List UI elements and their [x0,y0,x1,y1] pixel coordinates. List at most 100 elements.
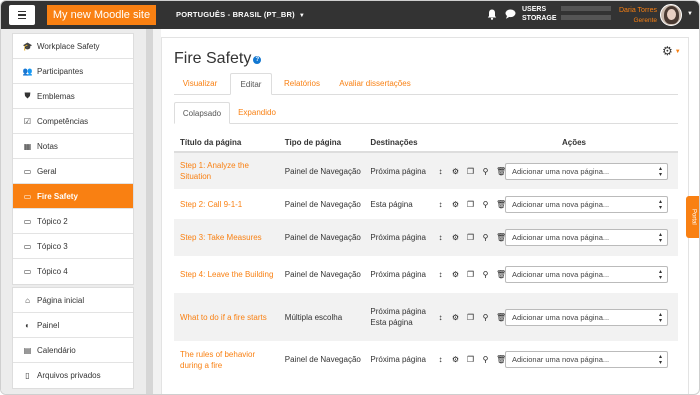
chat-icon[interactable] [505,9,516,19]
gear-icon[interactable]: ⚙ [451,269,460,280]
add-page-select[interactable]: Adicionar uma nova página... ▴ ▾ [505,195,668,213]
duplicate-icon[interactable]: ❐ [466,232,475,243]
page-title-link[interactable]: Step 3: Take Measures [174,219,279,256]
gear-icon[interactable]: ⚙ [451,199,460,210]
caret-down-icon[interactable]: ▼ [687,11,693,17]
gear-icon[interactable]: ⚙ [451,232,460,243]
sub-tabs: Colapsado Expandido [174,102,678,124]
tab-avaliar-dissertacoes[interactable]: Avaliar dissertações [332,73,418,95]
move-icon[interactable]: ↕ [436,354,445,365]
sidebar-item-fire-safety[interactable]: ▭ Fire Safety [13,184,133,209]
move-icon[interactable]: ↕ [436,312,445,323]
storage-usage-bar [561,15,611,20]
add-page-select[interactable]: Adicionar uma nova página... ▴ ▾ [505,229,668,246]
tab-expandido[interactable]: Expandido [232,102,282,124]
page-title-link[interactable]: The rules of behavior during a fire [174,341,279,378]
sidebar-item-calendário[interactable]: ▤ Calendário [13,338,133,363]
sidebar-item-tópico-2[interactable]: ▭ Tópico 2 [13,209,133,234]
language-menu[interactable]: PORTUGUÊS - BRASIL (PT_BR) ▼ [176,10,305,19]
trash-icon[interactable]: 🗑 [496,269,506,280]
duplicate-icon[interactable]: ❐ [466,312,475,323]
row-actions: ↕ ⚙ ❐ ⚲ 🗑 Adicionar uma nova página... ▴ ▾ [430,293,678,341]
tab-editar[interactable]: Editar [230,73,272,95]
sidebar-item-geral[interactable]: ▭ Geral [13,159,133,184]
duplicate-icon[interactable]: ❐ [466,199,475,210]
trash-icon[interactable]: 🗑 [496,312,506,323]
sidebar-item-emblemas[interactable]: ⛊ Emblemas [13,84,133,109]
sidebar-item-arquivos-privados[interactable]: ▯ Arquivos privados [13,363,133,388]
sidebar-item-label: Emblemas [37,91,75,101]
page-title-link[interactable]: Step 4: Leave the Building [174,256,279,293]
sidebar-item-painel[interactable]: ◐ Painel [13,313,133,338]
site-name-button[interactable]: My new Moodle site [47,5,156,25]
page-title-link[interactable]: Step 1: Analyze the Situation [174,152,279,189]
sidebar-item-participantes[interactable]: 👥 Participantes [13,59,133,84]
table-row: Step 4: Leave the Building Painel de Nave… [174,256,678,293]
avatar[interactable] [660,4,682,26]
tab-relatorios[interactable]: Relatórios [276,73,328,95]
page-type: Múltipla escolha [278,293,365,341]
page-type: Painel de Navegação [284,270,361,279]
help-icon[interactable]: ? [253,56,262,64]
preview-icon[interactable]: ⚲ [481,354,490,365]
preview-icon[interactable]: ⚲ [481,166,490,177]
gear-icon[interactable]: ⚙ [451,312,460,323]
move-icon[interactable]: ↕ [436,166,445,177]
page-type: Painel de Navegação [278,152,365,189]
col-header-title: Título da página [174,133,279,153]
page-title-link[interactable]: Step 2: Call 9-1-1 [174,189,279,219]
trash-icon[interactable]: 🗑 [496,232,506,243]
main-tabs: Visualizar Editar Relatórios Avaliar dis… [174,73,678,95]
tab-colapsado[interactable]: Colapsado [174,102,230,124]
file-icon: ▯ [25,371,30,380]
sidebar-item-label: Competências [37,116,89,126]
duplicate-icon[interactable]: ❐ [466,269,475,280]
col-header-destinations: Destinações [364,133,430,153]
gear-icon[interactable]: ⚙ [451,354,460,365]
trash-icon[interactable]: 🗑 [496,166,506,177]
folder-icon: ▭ [23,241,32,251]
hamburger-menu-button[interactable] [9,5,35,25]
table-row: Step 2: Call 9-1-1 Painel de Navegação Est… [174,189,678,219]
add-page-select[interactable]: Adicionar uma nova página... ▴ ▾ [505,266,668,283]
add-page-select-value: Adicionar uma nova página... [512,166,610,176]
preview-icon[interactable]: ⚲ [481,269,490,280]
sidebar-item-notas[interactable]: ▦ Notas [13,134,133,159]
preview-icon[interactable]: ⚲ [481,232,490,243]
duplicate-icon[interactable]: ❐ [466,354,475,365]
sidebar-item-tópico-3[interactable]: ▭ Tópico 3 [13,234,133,259]
duplicate-icon[interactable]: ❐ [466,166,475,177]
sidebar-item-tópico-4[interactable]: ▭ Tópico 4 [13,259,133,284]
move-icon[interactable]: ↕ [436,199,445,210]
page-title-link[interactable]: What to do if a fire starts [174,293,279,341]
portal-tab[interactable]: Portal [686,196,699,238]
add-page-select[interactable]: Adicionar uma nova página... ▴ ▾ [505,162,668,180]
main-content: Fire Safety? ⚙ ▼ Visualizar Editar Relató… [161,37,689,394]
table-row: Step 1: Analyze the Situation Painel de N… [174,152,678,189]
move-icon[interactable]: ↕ [436,269,445,280]
settings-menu[interactable]: ⚙ ▼ [662,44,681,58]
sidebar-item-workplace-safety[interactable]: 🎓 Workplace Safety [13,34,133,59]
bell-icon[interactable] [487,9,497,20]
sidebar-item-label: Arquivos privados [37,371,101,380]
preview-icon[interactable]: ⚲ [481,199,490,210]
sidebar-item-competências[interactable]: ☑ Competências [13,109,133,134]
user-info[interactable]: Daria Torres Gerente [617,6,657,26]
add-page-select-value: Adicionar uma nova página... [512,199,610,209]
move-icon[interactable]: ↕ [436,232,445,243]
add-page-select-value: Adicionar uma nova página... [512,355,610,364]
trash-icon[interactable]: 🗑 [496,354,506,365]
table-row: Step 3: Take Measures Painel de Navegação… [174,219,678,256]
gear-icon: ⚙ [662,44,673,58]
add-page-select[interactable]: Adicionar uma nova página... ▴ ▾ [505,308,668,326]
gear-icon[interactable]: ⚙ [451,166,460,177]
preview-icon[interactable]: ⚲ [481,312,490,323]
users-usage-bar [561,6,611,11]
tab-visualizar[interactable]: Visualizar [174,73,226,95]
sidebar-item-label: Página inicial [37,295,85,305]
trash-icon[interactable]: 🗑 [496,199,506,210]
home-icon: ⌂ [25,295,30,305]
sidebar-item-página-inicial[interactable]: ⌂ Página inicial [13,288,133,313]
storage-label: STORAGE [522,15,557,22]
add-page-select[interactable]: Adicionar uma nova página... ▴ ▾ [505,351,668,368]
